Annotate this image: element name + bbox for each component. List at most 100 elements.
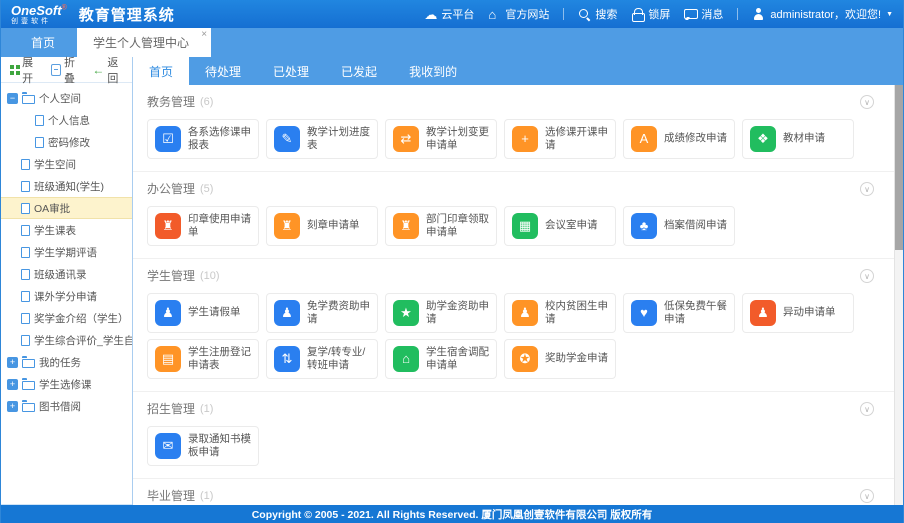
card-label: 刻章申请单	[307, 219, 360, 232]
sidebar-tree-item[interactable]: 个人空间	[1, 87, 132, 109]
sidebar-tree-item[interactable]: 学生综合评价_学生自评	[1, 329, 132, 351]
tab-close-icon[interactable]: ×	[201, 30, 207, 40]
sidebar-tree-item[interactable]: 学生选修课	[1, 373, 132, 395]
workflow-card[interactable]: ♟ 免学费资助申请	[266, 293, 378, 333]
workflow-card[interactable]: ▤ 学生注册登记申请表	[147, 339, 259, 379]
section-title: 学生管理	[147, 267, 195, 284]
back-arrow-icon	[92, 64, 104, 76]
card-grid: ♟ 学生请假单 ♟ 免学费资助申请 ★ 助学金资助申请 ♟ 校内贫困生申请 ♥ …	[147, 293, 860, 379]
window-tab-label: 学生个人管理中心	[93, 34, 189, 51]
header-link[interactable]: 锁屏	[631, 6, 670, 22]
workflow-card[interactable]: ▦ 会议室申请	[504, 206, 616, 246]
workflow-card[interactable]: ♟ 学生请假单	[147, 293, 259, 333]
sidebar-tree-item[interactable]: 课外学分申请	[1, 285, 132, 307]
sidebar-tree-item[interactable]: 我的任务	[1, 351, 132, 373]
grant-aid-icon: ★	[393, 300, 419, 326]
main-tab[interactable]: 已发起	[325, 57, 393, 85]
sidebar-tree-item[interactable]: OA审批	[1, 197, 132, 219]
toolbar-button-label: 返回	[107, 54, 124, 86]
section-title: 教务管理	[147, 93, 195, 110]
lock-icon	[631, 8, 644, 21]
workflow-card[interactable]: A 成绩修改申请	[623, 119, 735, 159]
workflow-card[interactable]: ♣ 档案借阅申请	[623, 206, 735, 246]
workflow-card[interactable]: ★ 助学金资助申请	[385, 293, 497, 333]
home-icon	[488, 8, 501, 21]
scrollbar-thumb[interactable]	[895, 85, 903, 250]
chevron-down-icon[interactable]	[860, 269, 874, 283]
header-link[interactable]: 云平台	[424, 6, 474, 22]
chevron-down-icon[interactable]	[860, 95, 874, 109]
workflow-card[interactable]: ♜ 刻章申请单	[266, 206, 378, 246]
sidebar-toolbar-button[interactable]: 展开	[9, 54, 41, 86]
user-menu[interactable]: administrator，欢迎您! ▼	[752, 6, 893, 22]
header-links: 云平台 官方网站 搜索 锁屏 消息	[424, 6, 723, 22]
transfer-icon: ♟	[750, 300, 776, 326]
workflow-card[interactable]: ♟ 校内贫困生申请	[504, 293, 616, 333]
sidebar-tree-item[interactable]: 奖学金介绍（学生）	[1, 307, 132, 329]
workflow-card[interactable]: ♥ 低保免费午餐申请	[623, 293, 735, 333]
main-tab[interactable]: 我收到的	[393, 57, 473, 85]
tree-toggle-icon[interactable]	[7, 357, 18, 368]
top-header: OneSoft® 创壹软件 教育管理系统 云平台 官方网站 搜索 锁屏 消息 a…	[1, 0, 903, 28]
workflow-card[interactable]: ⇄ 教学计划变更申请单	[385, 119, 497, 159]
sidebar-tree-item[interactable]: 学生课表	[1, 219, 132, 241]
card-label: 学生宿舍调配申请单	[426, 346, 489, 372]
chevron-down-icon[interactable]	[860, 489, 874, 503]
workflow-card[interactable]: ✉ 录取通知书模板申请	[147, 426, 259, 466]
chevron-down-icon[interactable]	[860, 402, 874, 416]
workflow-card[interactable]: ✪ 奖助学金申请	[504, 339, 616, 379]
sidebar-tree-item[interactable]: 班级通讯录	[1, 263, 132, 285]
header-link[interactable]: 消息	[684, 6, 723, 22]
course-open-icon: +	[512, 126, 538, 152]
grade-edit-icon: A	[631, 126, 657, 152]
main-tab[interactable]: 首页	[133, 57, 189, 85]
workflow-card[interactable]: ⇅ 复学/转专业/转班申请	[266, 339, 378, 379]
doc-icon	[21, 225, 30, 236]
sidebar-tree: 个人空间 个人信息 密码修改 学生空间 班级通知(学生) OA审批 学生课表 学…	[1, 83, 132, 505]
header-link-label: 消息	[701, 6, 723, 22]
register-icon: ▤	[155, 346, 181, 372]
header-link-label: 锁屏	[648, 6, 670, 22]
workflow-card[interactable]: ♟ 异动申请单	[742, 293, 854, 333]
tree-toggle-icon[interactable]	[7, 379, 18, 390]
seal-carve-icon: ♜	[274, 213, 300, 239]
sidebar-toolbar-button[interactable]: 返回	[92, 54, 124, 86]
tree-item-label: 密码修改	[48, 135, 90, 150]
workflow-card[interactable]: ♜ 部门印章领取申请单	[385, 206, 497, 246]
scrollbar[interactable]	[894, 85, 903, 505]
section-count: (6)	[200, 96, 213, 108]
tree-item-label: 课外学分申请	[34, 289, 97, 304]
tree-toggle-icon[interactable]	[7, 93, 18, 104]
header-link[interactable]: 官方网站	[488, 6, 549, 22]
workflow-card[interactable]: ♜ 印章使用申请单	[147, 206, 259, 246]
leave-request-icon: ♟	[155, 300, 181, 326]
card-label: 校内贫困生申请	[545, 300, 608, 326]
workflow-card[interactable]: ☑ 各系选修课申报表	[147, 119, 259, 159]
sidebar-tree-item[interactable]: 个人信息	[1, 109, 132, 131]
main-tab[interactable]: 待处理	[189, 57, 257, 85]
tree-toggle-icon[interactable]	[7, 401, 18, 412]
chevron-down-icon[interactable]	[860, 182, 874, 196]
logo-text-cn: 创壹软件	[11, 18, 67, 25]
sidebar-toolbar-button[interactable]: 折叠	[51, 54, 83, 86]
main-panel: 首页 待处理 已处理 已发起 我收到的 教务管理 (6) ☑ 各系选修课申报表 …	[133, 57, 903, 505]
workflow-section: 办公管理 (5) ♜ 印章使用申请单 ♜ 刻章申请单 ♜ 部门印章领取申请单 ▦…	[133, 171, 894, 258]
window-tab[interactable]: 学生个人管理中心 ×	[77, 28, 211, 57]
workflow-card[interactable]: + 选修课开课申请	[504, 119, 616, 159]
sidebar-tree-item[interactable]: 学生学期评语	[1, 241, 132, 263]
header-link[interactable]: 搜索	[578, 6, 617, 22]
workflow-card[interactable]: ✎ 教学计划进度表	[266, 119, 378, 159]
workflow-card[interactable]: ⌂ 学生宿舍调配申请单	[385, 339, 497, 379]
folder-icon	[22, 381, 35, 390]
card-label: 教学计划进度表	[307, 126, 370, 152]
sidebar-tree-item[interactable]: 图书借阅	[1, 395, 132, 417]
sidebar-tree-item[interactable]: 班级通知(学生)	[1, 175, 132, 197]
main-tab[interactable]: 已处理	[257, 57, 325, 85]
workflow-card[interactable]: ❖ 教材申请	[742, 119, 854, 159]
section-header: 办公管理 (5)	[147, 180, 860, 197]
tree-item-label: 奖学金介绍（学生）	[34, 311, 129, 326]
doc-icon	[21, 181, 30, 192]
sidebar-tree-item[interactable]: 密码修改	[1, 131, 132, 153]
onesoft-logo: OneSoft® 创壹软件	[11, 4, 67, 25]
sidebar-tree-item[interactable]: 学生空间	[1, 153, 132, 175]
